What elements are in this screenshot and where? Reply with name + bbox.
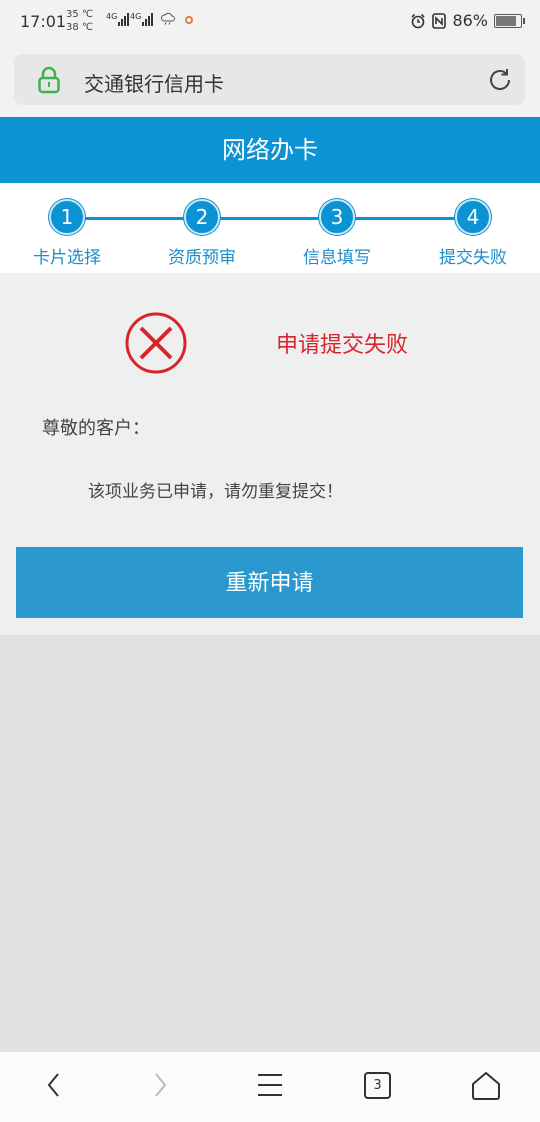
alarm-icon: [411, 13, 426, 28]
step-number: 1: [49, 199, 85, 235]
tabs-button[interactable]: 3: [364, 1072, 391, 1099]
signal-icon-2: 4G: [130, 12, 154, 26]
step-number: 2: [184, 199, 220, 235]
step-label: 资质预审: [168, 248, 236, 268]
step-3: 3 信息填写: [277, 199, 397, 268]
step-label: 卡片选择: [33, 248, 101, 268]
browser-bottom-nav: 3: [0, 1051, 540, 1122]
status-bar: 17:01 35 ℃ 38 ℃ 4G 4G 86%: [0, 0, 540, 44]
home-icon[interactable]: [470, 1070, 502, 1102]
address-bar-container: 交通银行信用卡: [0, 44, 540, 117]
greeting-text: 尊敬的客户：: [42, 418, 150, 439]
battery-icon: [494, 13, 525, 28]
status-temperature: 35 ℃ 38 ℃: [66, 9, 94, 33]
step-label: 提交失败: [439, 248, 507, 268]
step-number: 4: [455, 199, 491, 235]
page-title: 交通银行信用卡: [84, 72, 224, 96]
step-label: 信息填写: [303, 248, 371, 268]
page-header: 网络办卡: [0, 117, 540, 183]
error-x-icon: [125, 312, 187, 374]
progress-steps: 1 卡片选择 2 资质预审 3 信息填写 4 提交失败: [0, 183, 540, 273]
address-bar[interactable]: 交通银行信用卡: [14, 54, 525, 105]
step-number: 3: [319, 199, 355, 235]
battery-percent: 86%: [452, 11, 488, 30]
back-icon[interactable]: [42, 1070, 66, 1100]
status-time: 17:01: [20, 12, 67, 31]
nfc-icon: [432, 12, 447, 29]
signal-icon: 4G: [106, 12, 130, 26]
result-panel: 申请提交失败 尊敬的客户： 该项业务已申请，请勿重复提交！ 重新申请: [0, 273, 540, 635]
reload-icon[interactable]: [487, 67, 513, 93]
tab-count: 3: [373, 1078, 382, 1093]
step-1: 1 卡片选择: [7, 199, 127, 268]
app-notification-icon: [185, 16, 193, 24]
step-2: 2 资质预审: [142, 199, 262, 268]
menu-icon[interactable]: [256, 1070, 284, 1100]
cloud-rain-icon: [160, 13, 175, 25]
step-4: 4 提交失败: [413, 199, 533, 268]
reapply-button[interactable]: 重新申请: [16, 547, 523, 618]
forward-icon[interactable]: [148, 1070, 172, 1100]
result-title: 申请提交失败: [276, 333, 409, 358]
lock-icon: [38, 66, 60, 94]
result-message: 该项业务已申请，请勿重复提交！: [88, 482, 343, 502]
